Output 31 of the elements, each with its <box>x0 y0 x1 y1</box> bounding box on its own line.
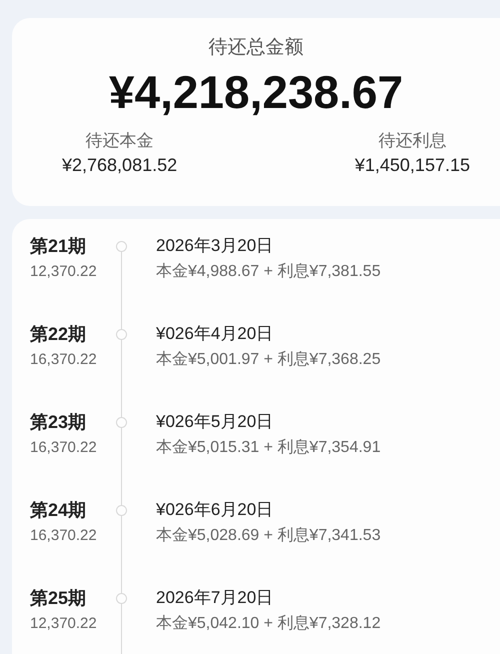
due-date: 2026年3月20日 <box>156 235 274 257</box>
timeline-node <box>116 329 127 340</box>
total-label: 待还总金额 <box>208 36 304 60</box>
installment-amount: 16,370.22 <box>30 526 97 546</box>
installment-amount: 16,370.22 <box>30 438 97 458</box>
installment-amount: 12,370.22 <box>30 614 97 634</box>
period-label: 第22期 <box>30 323 86 346</box>
installment-amount: 12,370.22 <box>30 262 97 282</box>
due-date: ¥026年6月20日 <box>156 499 274 521</box>
timeline-node <box>116 593 127 604</box>
due-date: ¥026年4月20日 <box>156 323 274 345</box>
interest-amount: ¥1,450,157.15 <box>354 154 470 177</box>
installment-amount: 16,370.22 <box>30 350 97 370</box>
timeline-node <box>116 417 127 428</box>
payment-breakdown: 本金¥5,001.97 + 利息¥7,368.25 <box>156 350 381 370</box>
interest-label: 待还利息 <box>378 130 446 152</box>
timeline-node <box>116 241 127 252</box>
due-date: ¥026年5月20日 <box>156 411 274 433</box>
principal-label: 待还本金 <box>86 130 154 152</box>
period-label: 第23期 <box>30 411 86 434</box>
timeline-node <box>116 505 127 516</box>
total-amount: ¥4,218,238.67 <box>108 65 404 120</box>
period-label: 第21期 <box>30 235 86 258</box>
payment-breakdown: 本金¥5,028.69 + 利息¥7,341.53 <box>156 526 381 546</box>
payment-breakdown: 本金¥5,015.31 + 利息¥7,354.91 <box>156 438 381 458</box>
payment-breakdown: 本金¥5,042.10 + 利息¥7,328.12 <box>156 614 381 634</box>
period-label: 第24期 <box>30 499 86 522</box>
period-label: 第25期 <box>30 587 86 610</box>
due-date: 2026年7月20日 <box>156 587 274 609</box>
principal-amount: ¥2,768,081.52 <box>62 154 178 177</box>
payment-breakdown: 本金¥4,988.67 + 利息¥7,381.55 <box>156 262 381 282</box>
